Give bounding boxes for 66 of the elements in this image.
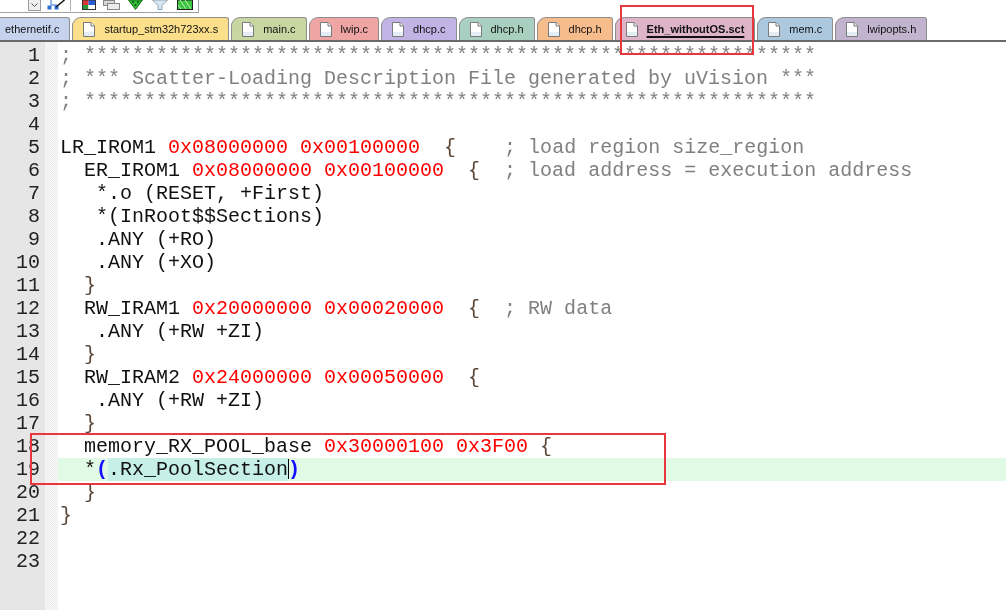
line-number: 6 xyxy=(28,159,40,182)
funnel-icon[interactable] xyxy=(152,0,168,10)
file-tab[interactable]: main.c xyxy=(231,17,307,40)
file-tab[interactable]: lwipopts.h xyxy=(835,17,928,40)
file-tab[interactable]: dhcp.h xyxy=(458,17,535,40)
code-line: } xyxy=(59,504,72,527)
file-icon xyxy=(392,21,405,37)
chevron-down-icon xyxy=(31,3,38,7)
file-tab[interactable]: startup_stm32h723xx.s xyxy=(72,17,230,40)
file-icon xyxy=(83,21,96,37)
line-number: 23 xyxy=(16,550,40,573)
line-number: 3 xyxy=(28,90,40,113)
windows-icon[interactable] xyxy=(103,0,120,10)
line-number: 17 xyxy=(16,412,40,435)
dotted-triangle-icon[interactable] xyxy=(128,0,143,10)
line-number: 16 xyxy=(16,389,40,412)
file-icon xyxy=(469,21,482,37)
file-icon xyxy=(625,21,638,37)
blocks-icon[interactable] xyxy=(82,0,96,10)
line-number: 20 xyxy=(16,481,40,504)
code-line: .ANY (+RW +ZI) xyxy=(95,320,265,343)
file-icon xyxy=(547,21,560,37)
code-line: LR_IROM1 0x08000000 0x00100000 { ; load region size_region xyxy=(59,136,805,159)
file-icon xyxy=(768,21,781,37)
file-icon xyxy=(242,21,255,37)
line-number: 9 xyxy=(28,228,40,251)
code-line: } xyxy=(83,274,96,297)
file-tab[interactable]: dhcp.h xyxy=(536,17,613,40)
file-icon xyxy=(319,21,332,37)
code-line: ; *** Scatter-Loading Description File generated by uVision *** xyxy=(59,67,817,90)
line-number: 2 xyxy=(28,67,40,90)
line-number: 7 xyxy=(28,182,40,205)
file-tab[interactable]: Eth_withoutOS.sct xyxy=(614,17,756,40)
code-line: .ANY (+XO) xyxy=(95,251,217,274)
code-line: *(InRoot$$Sections) xyxy=(95,205,325,228)
hierarchy-icon[interactable] xyxy=(47,0,65,10)
line-number: 22 xyxy=(16,527,40,550)
dropdown-button[interactable] xyxy=(28,0,41,11)
line-number: 11 xyxy=(16,274,40,297)
code-line: RW_IRAM1 0x20000000 0x00020000 { ; RW data xyxy=(83,297,613,320)
line-number: 12 xyxy=(16,297,40,320)
line-number: 21 xyxy=(16,504,40,527)
striped-rectangle-icon[interactable] xyxy=(177,0,193,10)
code-line: .ANY (+RO) xyxy=(95,228,217,251)
code-line: ; ************************************************************* xyxy=(59,90,817,113)
line-number: 15 xyxy=(16,366,40,389)
code-line: } xyxy=(83,343,96,366)
line-number: 4 xyxy=(28,113,40,136)
line-number: 8 xyxy=(28,205,40,228)
code-line: ER_IROM1 0x08000000 0x00100000 { ; load address = execution address xyxy=(83,159,913,182)
file-tab[interactable]: mem.c xyxy=(757,17,834,40)
line-number: 14 xyxy=(16,343,40,366)
code-line: ; ************************************************************* xyxy=(59,44,817,67)
line-number: 10 xyxy=(16,251,40,274)
file-icon xyxy=(846,21,859,37)
code-line: RW_IRAM2 0x24000000 0x00050000 { xyxy=(83,366,481,389)
file-tab[interactable]: dhcp.c xyxy=(381,17,457,40)
line-number: 13 xyxy=(16,320,40,343)
code-line: } xyxy=(83,412,96,435)
line-number: 1 xyxy=(28,44,40,67)
file-tab[interactable]: lwip.c xyxy=(308,17,380,40)
code-line: memory_RX_POOL_base 0x30000100 0x3F00 { xyxy=(83,435,553,458)
file-tab[interactable]: ethernetif.c xyxy=(0,17,71,40)
line-number: 5 xyxy=(28,136,40,159)
code-line: .ANY (+RW +ZI) xyxy=(95,389,265,412)
code-line: *.o (RESET, +First) xyxy=(95,182,325,205)
